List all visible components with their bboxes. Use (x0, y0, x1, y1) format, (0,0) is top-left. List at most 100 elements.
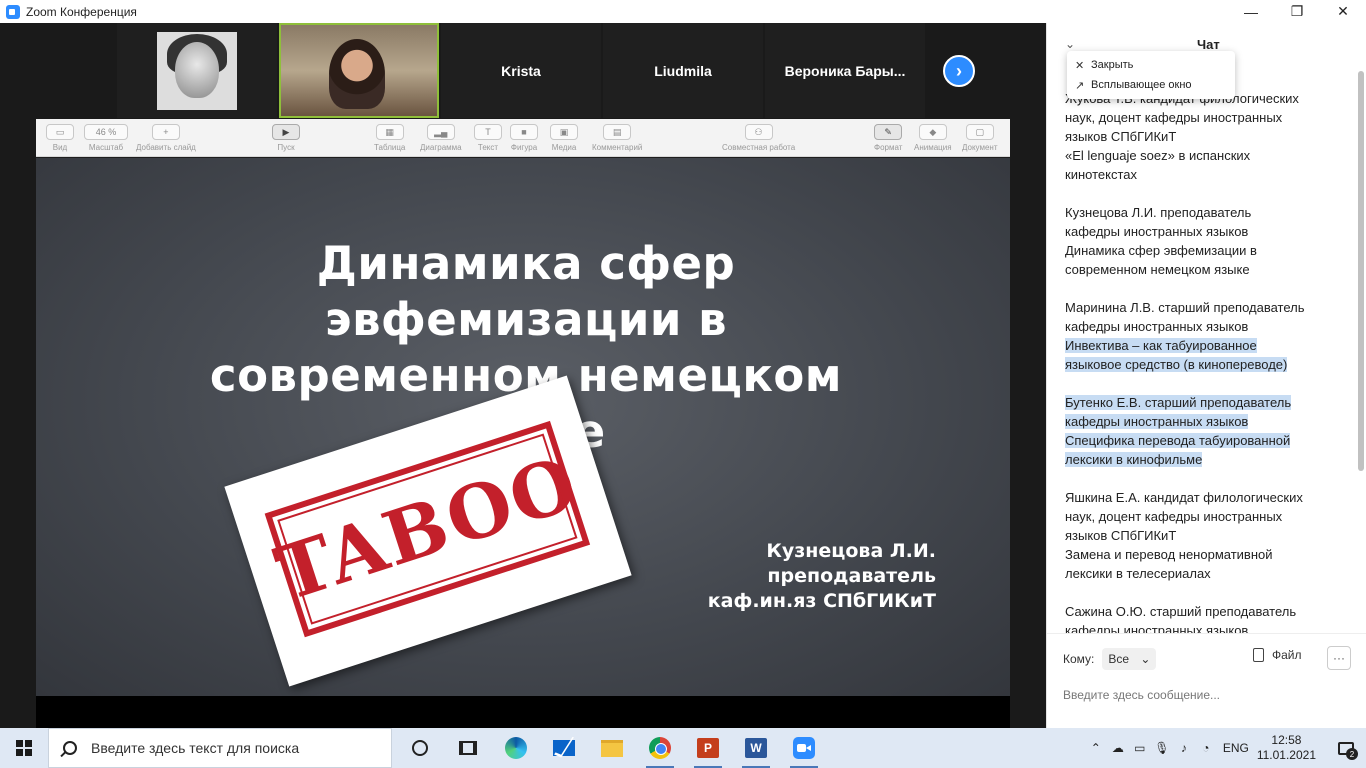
chat-options-menu: ✕ Закрыть ↗ Всплывающее окно (1067, 51, 1235, 99)
microphone-icon[interactable]: 🎙 (1151, 741, 1173, 755)
chevron-down-icon: ⌄ (1140, 652, 1151, 666)
edge-button[interactable] (492, 728, 540, 768)
collaborate-tool[interactable]: ⚇ Совместная работа (722, 124, 795, 152)
close-window-button[interactable]: ✕ (1320, 0, 1366, 23)
chart-icon: ▂▄ (426, 124, 455, 140)
file-button[interactable]: Файл (1253, 648, 1302, 662)
chevron-right-icon: › (956, 60, 962, 81)
shape-tool[interactable]: ■ Фигура (510, 124, 538, 152)
taskbar-search[interactable] (48, 728, 392, 768)
selected-text: лексики в кинофильме (1065, 452, 1203, 467)
comment-tool[interactable]: ▤ Комментарий (592, 124, 642, 152)
chevron-up-icon[interactable]: ⌃ (1085, 741, 1107, 755)
comment-icon: ▤ (603, 124, 632, 140)
chrome-icon (649, 737, 671, 759)
popout-chat-menu-item[interactable]: ↗ Всплывающее окно (1067, 75, 1235, 95)
chat-panel: ⌄ Чат ✕Закрыть ↗Всплывающее окно Жукова … (1046, 23, 1366, 728)
chat-messages: Жукова Т.В. кандидат филологических наук… (1065, 89, 1335, 633)
selected-text: кафедры иностранных языков (1065, 414, 1249, 429)
participant-tile[interactable]: Liudmila (603, 23, 763, 118)
meeting-area: Krista Liudmila Вероника Бары... › ▭ Вид … (0, 23, 1046, 728)
chat-message-input[interactable] (1063, 684, 1353, 706)
clock-time: 12:58 (1271, 733, 1302, 747)
format-tool[interactable]: ✎ Формат (874, 124, 902, 152)
chat-message: Яшкина Е.А. кандидат филологических наук… (1065, 490, 1303, 581)
network-icon[interactable]: ◔ (1195, 741, 1217, 755)
keynote-toolbar: ▭ Вид 46 % Масштаб + Добавить слайд ▶ Пуск ▦… (36, 119, 1010, 157)
keynote-bottom-bar (36, 696, 1010, 728)
participant-strip: Krista Liudmila Вероника Бары... (117, 23, 929, 118)
participant-tile-active-speaker[interactable] (279, 23, 439, 118)
close-chat-menu-item[interactable]: ✕ Закрыть (1067, 55, 1235, 75)
chat-message: Кузнецова Л.И. преподаватель кафедры ино… (1065, 205, 1257, 277)
minimize-button[interactable]: — (1228, 0, 1274, 23)
participant-tile[interactable] (117, 23, 277, 118)
pinned-apps: P W (396, 728, 828, 768)
participant-tile[interactable]: Krista (441, 23, 601, 118)
participant-name: Liudmila (654, 62, 712, 79)
window-controls: — ❐ ✕ (1228, 0, 1366, 23)
participant-video (281, 25, 437, 116)
zoom-app-icon (6, 4, 20, 19)
zoom-icon (793, 737, 815, 759)
window-title: Zoom Конференция (26, 4, 137, 19)
powerpoint-button[interactable]: P (684, 728, 732, 768)
chevron-down-icon[interactable]: ⌄ (1065, 37, 1075, 51)
chat-message: Сажина О.Ю. старший преподаватель кафедр… (1065, 604, 1297, 633)
language-indicator[interactable]: ENG (1223, 741, 1249, 755)
chat-title: Чат (1197, 37, 1220, 52)
diamond-icon: ◆ (918, 124, 947, 140)
media-tool[interactable]: ▣ Медиа (550, 124, 578, 152)
zoom-tool[interactable]: 46 % Масштаб (84, 124, 128, 152)
presentation-slide: Динамика сфер эвфемизации в современном … (36, 158, 1010, 696)
recipient-select[interactable]: Все ⌄ (1102, 648, 1157, 670)
chart-tool[interactable]: ▂▄ Диаграмма (420, 124, 462, 152)
taskbar-search-input[interactable] (91, 740, 371, 756)
zoom-level: 46 % (84, 124, 128, 140)
start-button[interactable] (0, 728, 48, 768)
maximize-button[interactable]: ❐ (1274, 0, 1320, 23)
play-icon: ▶ (272, 124, 300, 140)
chat-message: Жукова Т.В. кандидат филологических наук… (1065, 91, 1299, 182)
powerpoint-icon: P (697, 738, 719, 758)
recipient-label: Кому: (1063, 652, 1095, 666)
brush-icon: ✎ (874, 124, 903, 140)
task-view-button[interactable] (444, 728, 492, 768)
play-tool[interactable]: ▶ Пуск (272, 124, 300, 152)
chat-message: Бутенко Е.В. старший преподаватель кафед… (1065, 393, 1335, 469)
close-icon: ✕ (1075, 59, 1085, 72)
view-tool[interactable]: ▭ Вид (46, 124, 74, 152)
windows-icon (16, 740, 32, 756)
word-button[interactable]: W (732, 728, 780, 768)
clock[interactable]: 12:58 11.01.2021 (1257, 733, 1316, 763)
battery-icon[interactable]: ▭ (1129, 741, 1151, 755)
volume-icon[interactable]: ♪ (1173, 741, 1195, 755)
text-tool[interactable]: T Текст (474, 124, 502, 152)
more-options-button[interactable]: ··· (1327, 646, 1351, 670)
file-icon (1253, 648, 1264, 662)
slide-author: Кузнецова Л.И. преподаватель каф.ин.яз С… (707, 540, 936, 612)
participant-name: Вероника Бары... (784, 62, 906, 79)
text-icon: T (474, 124, 502, 140)
document-icon: ▢ (965, 124, 994, 140)
add-slide-tool[interactable]: + Добавить слайд (136, 124, 196, 152)
next-participants-button[interactable]: › (943, 55, 975, 87)
task-view-icon (459, 741, 477, 755)
animation-tool[interactable]: ◆ Анимация (914, 124, 952, 152)
onedrive-icon[interactable]: ☁ (1107, 741, 1129, 755)
chat-footer: Кому: Все ⌄ Файл ··· (1047, 633, 1366, 728)
explorer-button[interactable] (588, 728, 636, 768)
mail-button[interactable] (540, 728, 588, 768)
notification-count: 2 (1346, 748, 1358, 760)
scrollbar-thumb[interactable] (1358, 71, 1364, 471)
cortana-button[interactable] (396, 728, 444, 768)
chat-scrollbar[interactable] (1358, 71, 1364, 631)
notifications-button[interactable]: 2 (1326, 728, 1366, 768)
document-tool[interactable]: ▢ Документ (962, 124, 998, 152)
participant-photo (157, 31, 237, 110)
selected-text: Специфика перевода табуированной (1065, 433, 1291, 448)
zoom-taskbar-button[interactable] (780, 728, 828, 768)
chrome-button[interactable] (636, 728, 684, 768)
participant-tile[interactable]: Вероника Бары... (765, 23, 925, 118)
table-tool[interactable]: ▦ Таблица (374, 124, 405, 152)
